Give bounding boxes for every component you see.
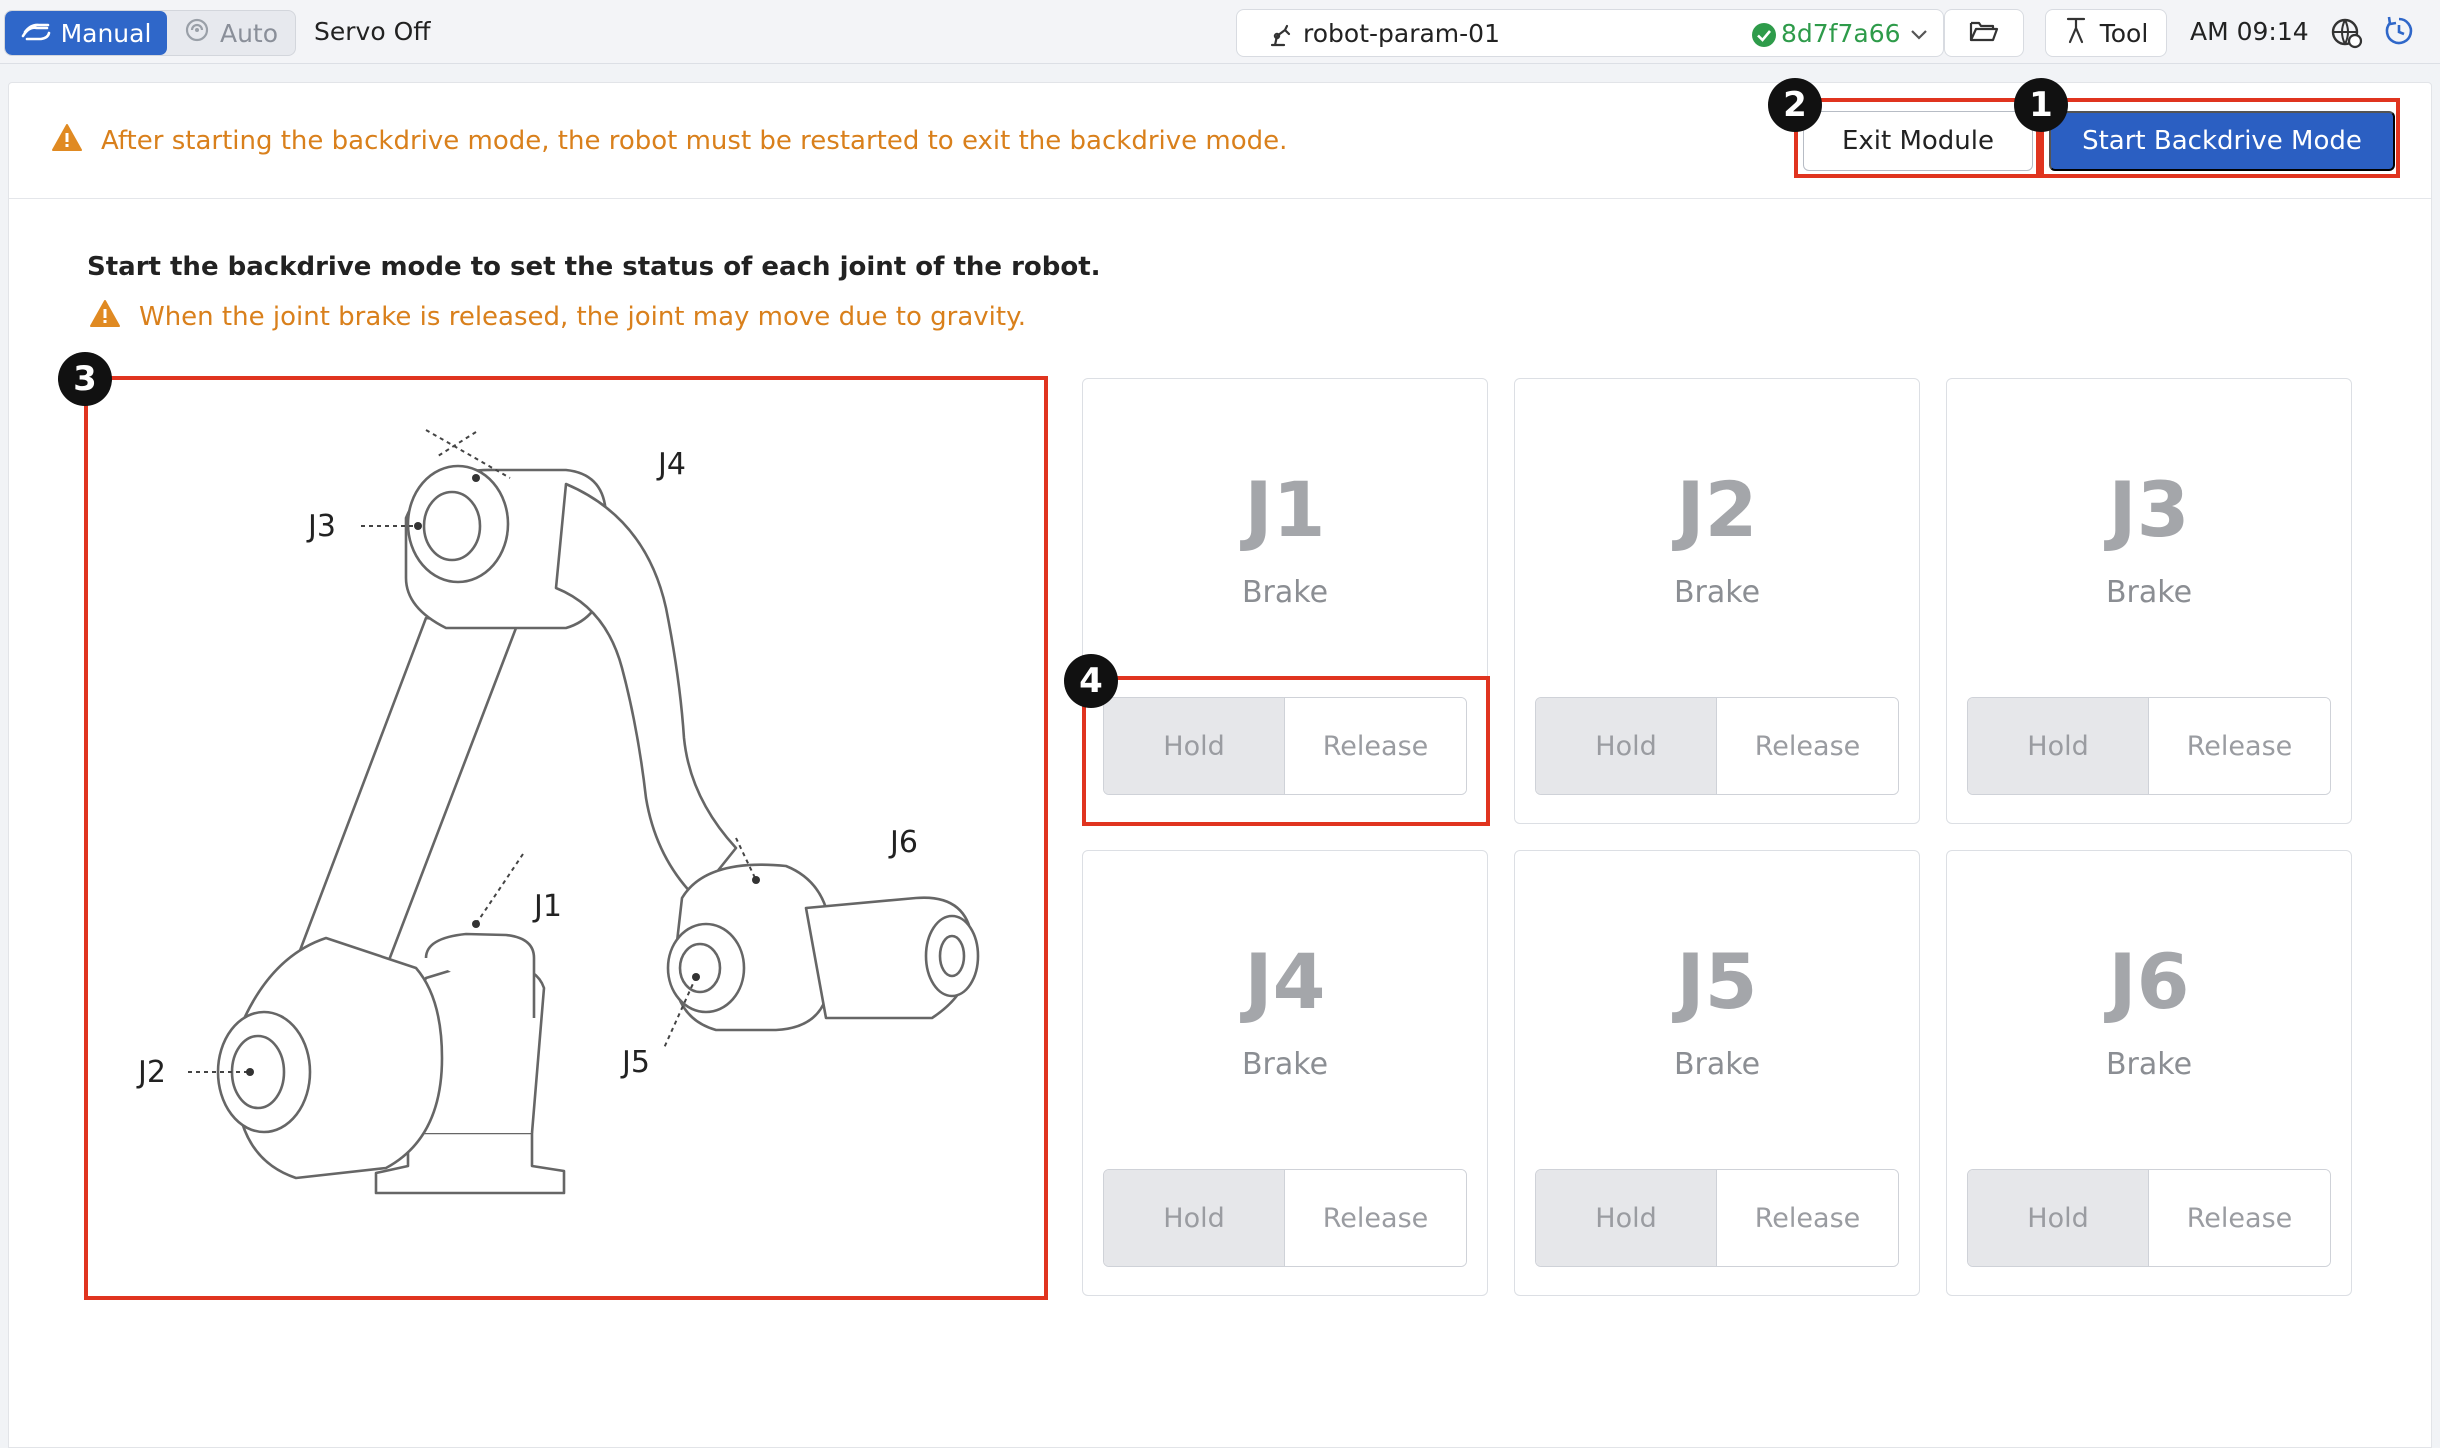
joint-card-j6: J6 Brake Hold Release [1946,850,2352,1296]
brake-toggle: Hold Release [1967,1169,2331,1267]
joint-name: J1 [1244,465,1326,554]
joint-name: J4 [1244,937,1326,1026]
joint-sub-label: Brake [1241,575,1329,610]
annotation-badge-1: 1 [2014,78,2068,132]
hold-button[interactable]: Hold [1104,1170,1285,1266]
settings-globe-icon[interactable] [2330,16,2364,54]
release-button[interactable]: Release [1717,698,1898,794]
joint-sub-label: Brake [2105,1047,2193,1082]
tool-label: Tool [2099,18,2149,48]
servo-status: Servo Off [314,17,431,46]
auto-mode-icon [184,17,210,49]
robot-param-hash: 8d7f7a66 [1781,19,1901,48]
joint-name: J2 [1676,465,1758,554]
robot-arm-icon [1267,22,1293,52]
release-button[interactable]: Release [1285,1170,1466,1266]
highlight-j1-toggle [1082,676,1490,826]
hold-button[interactable]: Hold [1536,698,1717,794]
chevron-down-icon[interactable] [1909,24,1929,48]
hand-mode-icon [21,19,51,48]
brake-toggle: Hold Release [1103,1169,1467,1267]
release-button[interactable]: Release [2149,1170,2330,1266]
manual-mode-button[interactable]: Manual [5,11,167,55]
tool-icon [2064,16,2088,50]
release-button[interactable]: Release [2149,698,2330,794]
joint-sub-label: Brake [1673,575,1761,610]
robot-param-selector[interactable]: robot-param-01 8d7f7a66 [1236,9,1944,57]
joint-card-j2: J2 Brake Hold Release [1514,378,1920,824]
joint-card-j5: J5 Brake Hold Release [1514,850,1920,1296]
release-button[interactable]: Release [1717,1170,1898,1266]
instruction-text: Start the backdrive mode to set the stat… [87,252,1101,282]
joint-sub-label: Brake [1673,1047,1761,1082]
auto-mode-label: Auto [219,18,279,48]
gravity-warning-text: When the joint brake is released, the jo… [139,302,1027,332]
brake-toggle: Hold Release [1535,1169,1899,1267]
warning-icon [89,299,121,333]
refresh-icon[interactable] [2382,14,2416,52]
joint-sub-label: Brake [1241,1047,1329,1082]
annotation-badge-4: 4 [1064,654,1118,708]
brake-toggle: Hold Release [1967,697,2331,795]
hold-button[interactable]: Hold [1968,698,2149,794]
top-bar: Manual Auto Servo Off robot-param-01 8d7… [0,0,2440,64]
check-circle-icon [1751,22,1777,52]
joint-card-j3: J3 Brake Hold Release [1946,378,2352,824]
manual-mode-label: Manual [60,18,152,48]
joint-name: J3 [2108,465,2190,554]
joint-name: J6 [2108,937,2190,1026]
joint-sub-label: Brake [2105,575,2193,610]
joint-name: J5 [1676,937,1758,1026]
robot-param-name: robot-param-01 [1303,19,1500,48]
clock: AM 09:14 [2190,17,2309,46]
highlight-joint-diagram [84,376,1048,1300]
restart-warning-text: After starting the backdrive mode, the r… [101,126,1288,156]
mode-switch: Manual Auto [4,10,296,56]
open-folder-button[interactable] [1944,9,2024,57]
brake-toggle: Hold Release [1535,697,1899,795]
annotation-badge-3: 3 [58,352,112,406]
joint-card-j4: J4 Brake Hold Release [1082,850,1488,1296]
highlight-exit-module [1794,98,2040,178]
hold-button[interactable]: Hold [1536,1170,1717,1266]
highlight-start-backdrive [2040,98,2400,178]
auto-mode-button[interactable]: Auto [167,11,295,55]
annotation-badge-2: 2 [1768,78,1822,132]
warning-icon [51,123,83,157]
folder-open-icon [1969,18,1999,48]
hold-button[interactable]: Hold [1968,1170,2149,1266]
tool-button[interactable]: Tool [2045,9,2167,57]
